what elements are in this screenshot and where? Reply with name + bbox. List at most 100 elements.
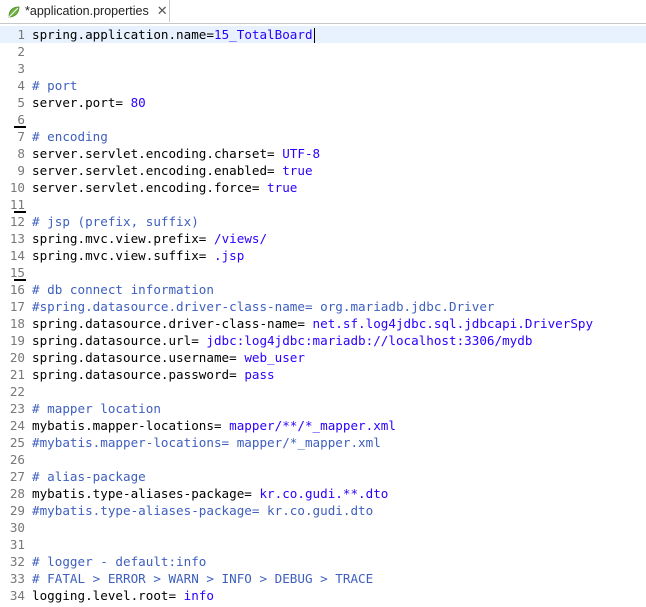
editor-line[interactable]: 23 # mapper location xyxy=(0,400,646,417)
property-value: 80 xyxy=(130,95,146,110)
line-code: spring.mvc.view.prefix= /views/ xyxy=(25,230,267,247)
editor-line[interactable]: 9 server.servlet.encoding.enabled= true xyxy=(0,162,646,179)
property-key: spring.datasource.username= xyxy=(32,350,245,365)
line-number: 17 xyxy=(9,299,25,314)
line-number: 16 xyxy=(9,282,25,297)
property-value: info xyxy=(183,588,214,603)
line-number: 12 xyxy=(9,214,25,229)
line-number: 14 xyxy=(9,248,25,263)
editor-line[interactable]: 1 spring.application.name=15_TotalBoard xyxy=(0,26,646,43)
line-number: 26 xyxy=(9,452,25,467)
property-key: spring.datasource.driver-class-name= xyxy=(32,316,313,331)
editor-line[interactable]: 31 xyxy=(0,536,646,553)
editor-line[interactable]: 21 spring.datasource.password= pass xyxy=(0,366,646,383)
line-number: 22 xyxy=(9,384,25,399)
editor-line[interactable]: 10 server.servlet.encoding.force= true xyxy=(0,179,646,196)
leaf-icon xyxy=(7,4,21,18)
editor-line[interactable]: 28 mybatis.type-aliases-package= kr.co.gu… xyxy=(0,485,646,502)
line-code: # encoding xyxy=(25,128,108,145)
editor-line[interactable]: 8 server.servlet.encoding.charset= UTF-8 xyxy=(0,145,646,162)
editor-line[interactable]: 33 # FATAL > ERROR > WARN > INFO > DEBUG … xyxy=(0,570,646,587)
line-code: mybatis.type-aliases-package= kr.co.gudi… xyxy=(25,485,388,502)
property-value: mapper/**/*_mapper.xml xyxy=(229,418,396,433)
line-code: spring.datasource.password= pass xyxy=(25,366,275,383)
editor-line[interactable]: 3 xyxy=(0,60,646,77)
line-code: #spring.datasource.driver-class-name= or… xyxy=(25,298,495,315)
property-value: jdbc:log4jdbc:mariadb://localhost:3306/m… xyxy=(206,333,533,348)
property-key: spring.mvc.view.suffix= xyxy=(32,248,214,263)
line-code: # mapper location xyxy=(25,400,161,417)
editor-line[interactable]: 4 # port xyxy=(0,77,646,94)
editor-line[interactable]: 15 xyxy=(0,264,646,281)
line-number: 32 xyxy=(9,554,25,569)
line-number: 13 xyxy=(9,231,25,246)
editor-line[interactable]: 19 spring.datasource.url= jdbc:log4jdbc:m… xyxy=(0,332,646,349)
line-code: spring.datasource.username= web_user xyxy=(25,349,305,366)
editor-line[interactable]: 17 #spring.datasource.driver-class-name= … xyxy=(0,298,646,315)
editor-line[interactable]: 14 spring.mvc.view.suffix= .jsp xyxy=(0,247,646,264)
line-code: spring.application.name=15_TotalBoard xyxy=(25,26,315,43)
line-number: 2 xyxy=(17,44,25,59)
property-key: spring.datasource.url= xyxy=(32,333,207,348)
editor-line[interactable]: 16 # db connect information xyxy=(0,281,646,298)
property-key: server.servlet.encoding.charset= xyxy=(32,146,283,161)
editor-line[interactable]: 30 xyxy=(0,519,646,536)
line-number: 25 xyxy=(9,435,25,450)
line-code: # FATAL > ERROR > WARN > INFO > DEBUG > … xyxy=(25,570,373,587)
line-number: 3 xyxy=(17,61,25,76)
editor-line[interactable]: 22 xyxy=(0,383,646,400)
property-value: 15_TotalBoard xyxy=(213,27,313,42)
property-value: true xyxy=(267,180,298,195)
property-key: server.servlet.encoding.force= xyxy=(32,180,268,195)
line-number: 33 xyxy=(9,571,25,586)
line-number: 29 xyxy=(9,503,25,518)
property-value: net.sf.log4jdbc.sql.jdbcapi.DriverSpy xyxy=(312,316,594,331)
comment-text: # port xyxy=(32,78,78,93)
line-code: spring.datasource.driver-class-name= net… xyxy=(25,315,593,332)
tab-application-properties[interactable]: *application.properties ✕ xyxy=(0,0,170,22)
property-value: /views/ xyxy=(213,231,268,246)
editor-line[interactable]: 6 xyxy=(0,111,646,128)
property-key: spring.datasource.password= xyxy=(32,367,245,382)
property-value: .jsp xyxy=(213,248,245,263)
line-number: 34 xyxy=(9,588,25,603)
property-value: true xyxy=(282,163,313,178)
editor-line[interactable]: 5 server.port= 80 xyxy=(0,94,646,111)
line-code: # alias-package xyxy=(25,468,146,485)
line-code: spring.mvc.view.suffix= .jsp xyxy=(25,247,244,264)
editor-line[interactable]: 11 xyxy=(0,196,646,213)
editor-line[interactable]: 34 logging.level.root= info xyxy=(0,587,646,604)
editor-line[interactable]: 7 # encoding xyxy=(0,128,646,145)
editor-line[interactable]: 13 spring.mvc.view.prefix= /views/ xyxy=(0,230,646,247)
editor-line[interactable]: 32 # logger - default:info xyxy=(0,553,646,570)
editor-line[interactable]: 25 #mybatis.mapper-locations= mapper/*_ma… xyxy=(0,434,646,451)
line-number: 11 xyxy=(0,196,26,213)
editor-line[interactable]: 18 spring.datasource.driver-class-name= n… xyxy=(0,315,646,332)
editor-line[interactable]: 26 xyxy=(0,451,646,468)
comment-text: # jsp (prefix, suffix) xyxy=(32,214,199,229)
editor-line[interactable]: 29 #mybatis.type-aliases-package= kr.co.g… xyxy=(0,502,646,519)
line-code: #mybatis.type-aliases-package= kr.co.gud… xyxy=(25,502,373,519)
line-code: server.servlet.encoding.enabled= true xyxy=(25,162,313,179)
line-number: 7 xyxy=(17,129,25,144)
property-value: kr.co.gudi.**.dto xyxy=(259,486,389,501)
property-value: web_user xyxy=(244,350,305,365)
editor-line[interactable]: 24 mybatis.mapper-locations= mapper/**/*_… xyxy=(0,417,646,434)
line-code: spring.datasource.url= jdbc:log4jdbc:mar… xyxy=(25,332,532,349)
line-number: 24 xyxy=(9,418,25,433)
comment-text: # FATAL > ERROR > WARN > INFO > DEBUG > … xyxy=(32,571,374,586)
line-number: 10 xyxy=(9,180,25,195)
comment-text: # logger - default:info xyxy=(32,554,207,569)
editor-line[interactable]: 20 spring.datasource.username= web_user xyxy=(0,349,646,366)
code-editor[interactable]: 1 spring.application.name=15_TotalBoard 2 3… xyxy=(0,24,646,604)
editor-line[interactable]: 2 xyxy=(0,43,646,60)
editor-line[interactable]: 27 # alias-package xyxy=(0,468,646,485)
property-key: logging.level.root= xyxy=(32,588,184,603)
close-icon[interactable]: ✕ xyxy=(157,5,168,18)
line-number: 31 xyxy=(9,537,25,552)
text-caret xyxy=(313,28,315,43)
line-number: 28 xyxy=(9,486,25,501)
editor-line[interactable]: 12 # jsp (prefix, suffix) xyxy=(0,213,646,230)
line-code: mybatis.mapper-locations= mapper/**/*_ma… xyxy=(25,417,396,434)
line-code: # port xyxy=(25,77,78,94)
